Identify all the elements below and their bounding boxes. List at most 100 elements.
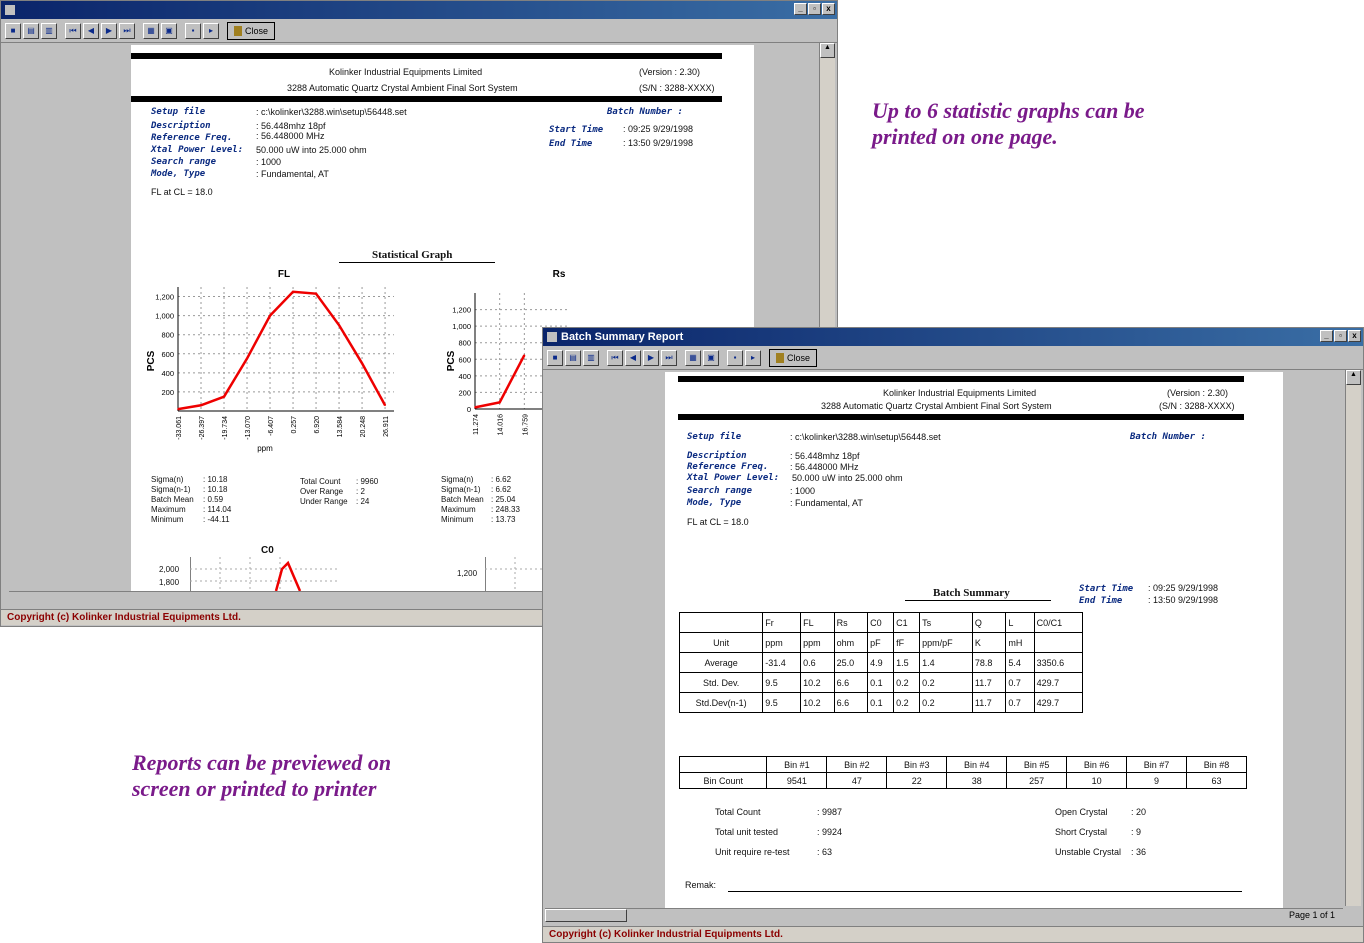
- zoom-icon[interactable]: ▥: [41, 22, 57, 39]
- maximize-button[interactable]: ▫: [808, 3, 821, 15]
- stat-label: Sigma(n): [151, 475, 184, 484]
- print-setup-icon[interactable]: ▦: [685, 349, 701, 366]
- window-title: Batch Summary Report: [561, 331, 684, 343]
- last-page-icon[interactable]: ⏭: [661, 349, 677, 366]
- rs-c0-tick: 1,200: [457, 569, 478, 578]
- table-row: Bin Count 9541 47 22 38 257 10 9 63: [678, 772, 1248, 789]
- table-cell: 9.5: [762, 672, 802, 693]
- x-tick-label: 14.016: [498, 414, 505, 436]
- stat-label: Under Range: [300, 497, 348, 506]
- field-label: Setup file: [687, 432, 742, 442]
- title-bar[interactable]: _ ▫ x: [1, 1, 837, 19]
- x-tick-label: 16.759: [522, 414, 529, 436]
- minimize-button[interactable]: _: [1320, 330, 1333, 342]
- close-button[interactable]: Close: [769, 348, 818, 367]
- y-tick-label: 800: [458, 339, 471, 348]
- stat-label: Maximum: [151, 505, 186, 514]
- stat-value: : 13.73: [491, 515, 516, 524]
- caption-graphs-line2: printed on one page.: [872, 124, 1058, 149]
- table-header: Fr: [762, 612, 802, 633]
- bin-count-table: Bin #1 Bin #2 Bin #3 Bin #4 Bin #5 Bin #6 Bin …: [678, 756, 1248, 789]
- table-cell: 0.2: [919, 672, 973, 693]
- table-cell: 1.5: [893, 652, 921, 673]
- close-window-button[interactable]: x: [1348, 330, 1361, 342]
- table-cell: ppm: [800, 632, 835, 653]
- page-indicator: Page 1 of 1: [1288, 910, 1335, 920]
- zoom-icon[interactable]: ▥: [583, 349, 599, 366]
- table-cell: -31.4: [762, 652, 802, 673]
- stat-label: Minimum: [151, 515, 184, 524]
- prev-page-icon[interactable]: ◀: [83, 22, 99, 39]
- next-page-icon[interactable]: ▶: [101, 22, 117, 39]
- whole-page-icon[interactable]: ■: [5, 22, 21, 39]
- rs-chart-ylabel: PCS: [446, 350, 457, 371]
- stat-label: Total Count: [300, 477, 341, 486]
- fl-chart-xlabel: ppm: [257, 444, 273, 453]
- vertical-scrollbar[interactable]: ▲: [1345, 370, 1361, 906]
- field-value: : c:\kolinker\3288.win\setup\56448.set: [790, 432, 941, 442]
- door-icon: [234, 25, 242, 36]
- data-point: [338, 324, 340, 326]
- table-cell: Std.Dev(n-1): [678, 692, 764, 713]
- stat-value: : 114.04: [203, 505, 232, 514]
- end-time-label: End Time: [549, 139, 593, 149]
- table-header: Bin #1: [766, 756, 828, 773]
- print-icon[interactable]: ▣: [703, 349, 719, 366]
- table-cell: 22: [886, 772, 948, 789]
- open-icon[interactable]: ▸: [745, 349, 761, 366]
- x-tick-label: -6.407: [268, 416, 275, 436]
- page-width-icon[interactable]: ▤: [565, 349, 581, 366]
- save-icon[interactable]: ▪: [727, 349, 743, 366]
- field-value: 50.000 uW into 25.000 ohm: [256, 145, 367, 155]
- whole-page-icon[interactable]: ■: [547, 349, 563, 366]
- close-window-button[interactable]: x: [822, 3, 835, 15]
- app-icon: [547, 332, 557, 342]
- status-bar: Copyright (c) Kolinker Industrial Equipm…: [543, 926, 1363, 942]
- fl-at-cl: FL at CL = 18.0: [151, 187, 213, 197]
- minimize-button[interactable]: _: [794, 3, 807, 15]
- table-cell: 38: [946, 772, 1008, 789]
- data-point: [177, 408, 179, 410]
- table-cell: 10: [1066, 772, 1128, 789]
- print-setup-icon[interactable]: ▦: [143, 22, 159, 39]
- table-header-row: Fr FL Rs C0 C1 Ts Q L C0/C1: [678, 612, 1084, 633]
- maximize-button[interactable]: ▫: [1334, 330, 1347, 342]
- print-icon[interactable]: ▣: [161, 22, 177, 39]
- scroll-up-icon[interactable]: ▲: [1346, 370, 1361, 385]
- field-value: : 56.448mhz 18pf: [790, 451, 860, 461]
- caption-preview-line1: Reports can be previewed on: [132, 750, 392, 775]
- scroll-up-icon[interactable]: ▲: [820, 43, 835, 58]
- open-icon[interactable]: ▸: [203, 22, 219, 39]
- next-page-icon[interactable]: ▶: [643, 349, 659, 366]
- first-page-icon[interactable]: ⏮: [65, 22, 81, 39]
- page-width-icon[interactable]: ▤: [23, 22, 39, 39]
- stat-row: Batch Mean: 0.59: [151, 495, 231, 505]
- remark-label: Remak:: [685, 880, 717, 890]
- y-tick-label: 400: [458, 372, 471, 381]
- table-cell: 429.7: [1033, 692, 1084, 713]
- horizontal-scrollbar[interactable]: Page 1 of 1: [545, 908, 1343, 922]
- save-icon[interactable]: ▪: [185, 22, 201, 39]
- stat-value: : 20: [1131, 807, 1147, 817]
- first-page-icon[interactable]: ⏮: [607, 349, 623, 366]
- x-tick-label: 20.248: [360, 416, 367, 438]
- start-time: : 09:25 9/29/1998: [623, 124, 694, 134]
- table-cell: mH: [1005, 632, 1035, 653]
- y-tick-label: 600: [458, 355, 471, 364]
- x-tick-label: 6.920: [314, 416, 321, 434]
- stat-row: Minimum: -44.11: [151, 515, 231, 525]
- table-row: Std. Dev. 9.5 10.2 6.6 0.1 0.2 0.2 11.7 0.7 429.7: [678, 672, 1084, 693]
- stat-row: Sigma(n-1): 10.18: [151, 485, 231, 495]
- close-button[interactable]: Close: [227, 21, 276, 40]
- data-point: [474, 406, 476, 409]
- prev-page-icon[interactable]: ◀: [625, 349, 641, 366]
- stat-row: Over Range: 2: [300, 487, 378, 497]
- company-name: Kolinker Industrial Equipments Limited: [329, 67, 483, 77]
- last-page-icon[interactable]: ⏭: [119, 22, 135, 39]
- data-point: [498, 401, 501, 404]
- stat-label: Sigma(n): [441, 475, 474, 484]
- title-bar[interactable]: Batch Summary Report _ ▫ x: [543, 328, 1363, 346]
- field-value: : 1000: [256, 157, 282, 167]
- version: (Version : 2.30): [1167, 388, 1229, 398]
- batch-number-label: Batch Number :: [607, 107, 683, 117]
